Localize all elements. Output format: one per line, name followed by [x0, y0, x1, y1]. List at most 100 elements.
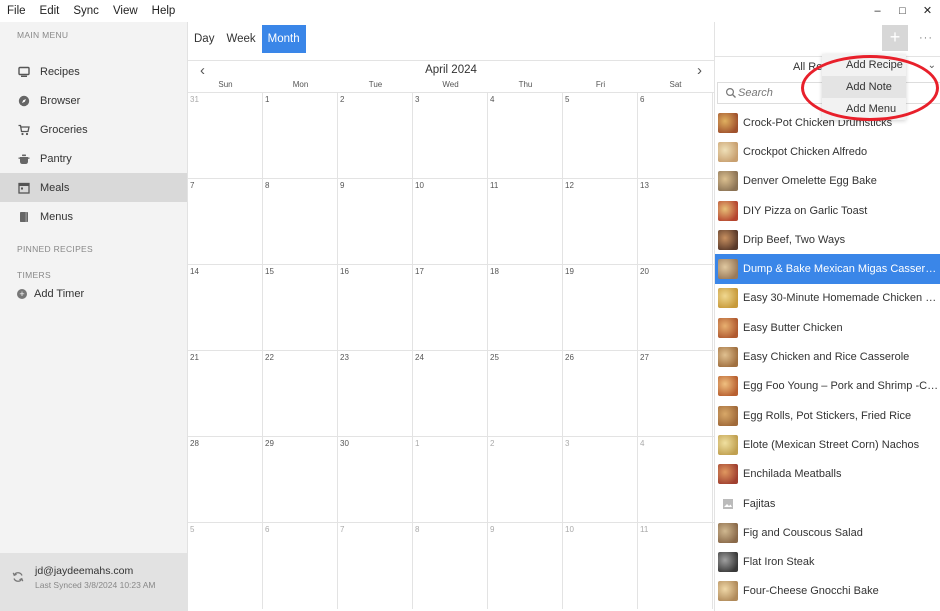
calendar-day-cell[interactable]: 19: [563, 265, 638, 350]
calendar-day-cell[interactable]: 25: [488, 351, 563, 436]
recipe-list-item[interactable]: Flat Iron Steak: [715, 547, 940, 576]
calendar-day-cell[interactable]: 26: [563, 351, 638, 436]
calendar-day-cell[interactable]: 3: [413, 93, 488, 178]
recipe-thumbnail: [718, 200, 738, 221]
recipe-thumbnail: [718, 552, 738, 573]
recipe-name: Easy Butter Chicken: [743, 321, 843, 334]
calendar-day-cell[interactable]: 9: [488, 523, 563, 609]
sidebar: MAIN MENU Recipes Browser Groceries Pant…: [0, 22, 188, 611]
recipe-list-item[interactable]: Easy Chicken and Rice Casserole: [715, 342, 940, 371]
recipe-thumbnail: [718, 376, 738, 397]
minimize-button[interactable]: –: [865, 0, 890, 22]
calendar-day-cell[interactable]: 18: [488, 265, 563, 350]
calendar-day-cell[interactable]: 15: [263, 265, 338, 350]
sidebar-item-menus[interactable]: Menus: [0, 202, 187, 231]
recipe-list-item[interactable]: Egg Foo Young – Pork and Shrimp -Chinese: [715, 372, 940, 401]
dow-label: Sun: [218, 80, 233, 89]
recipe-list-item[interactable]: DIY Pizza on Garlic Toast: [715, 196, 940, 225]
pot-icon: [17, 152, 31, 166]
add-timer-button[interactable]: + Add Timer: [0, 284, 187, 304]
recipe-list-item[interactable]: Easy Butter Chicken: [715, 313, 940, 342]
calendar-day-cell[interactable]: 6: [638, 93, 713, 178]
calendar-day-cell[interactable]: 8: [263, 179, 338, 264]
calendar-day-cell[interactable]: 30: [338, 437, 413, 522]
calendar-day-cell[interactable]: 28: [188, 437, 263, 522]
tab-day[interactable]: Day: [188, 25, 220, 53]
recipe-list-item[interactable]: Enchilada Meatballs: [715, 460, 940, 489]
account-panel[interactable]: jd@jaydeemahs.com Last Synced 3/8/2024 1…: [0, 553, 188, 611]
tab-month[interactable]: Month: [261, 25, 306, 53]
calendar-day-cell[interactable]: 8: [413, 523, 488, 609]
calendar-day-cell[interactable]: 4: [488, 93, 563, 178]
search-icon: [725, 87, 736, 98]
recipe-list-item[interactable]: Denver Omelette Egg Bake: [715, 167, 940, 196]
recipe-thumbnail: [718, 347, 738, 368]
view-tabs: Day Week Month: [188, 25, 306, 53]
recipe-list-item[interactable]: Fajitas: [715, 489, 940, 518]
calendar-week-row: 31 1 2 3 4 5 6: [188, 93, 714, 179]
recipe-list-item[interactable]: Crockpot Chicken Alfredo: [715, 137, 940, 166]
calendar-day-cell[interactable]: 4: [638, 437, 713, 522]
calendar-day-cell[interactable]: 5: [188, 523, 263, 609]
recipe-name: Drip Beef, Two Ways: [743, 233, 846, 246]
calendar-day-cell[interactable]: 2: [338, 93, 413, 178]
calendar-day-cell[interactable]: 11: [488, 179, 563, 264]
menu-file[interactable]: File: [0, 0, 33, 22]
next-month-button[interactable]: ›: [697, 62, 702, 79]
calendar-day-cell[interactable]: 16: [338, 265, 413, 350]
calendar-day-cell[interactable]: 10: [563, 523, 638, 609]
calendar-day-cell[interactable]: 17: [413, 265, 488, 350]
calendar-day-cell[interactable]: 20: [638, 265, 713, 350]
calendar-day-cell[interactable]: 12: [563, 179, 638, 264]
recipe-list-item[interactable]: Egg Rolls, Pot Stickers, Fried Rice: [715, 401, 940, 430]
sidebar-item-meals[interactable]: Meals: [0, 173, 187, 202]
calendar-day-cell[interactable]: 5: [563, 93, 638, 178]
calendar-day-cell[interactable]: 31: [188, 93, 263, 178]
recipe-list-item[interactable]: Elote (Mexican Street Corn) Nachos: [715, 430, 940, 459]
menu-help[interactable]: Help: [145, 0, 183, 22]
calendar-day-cell[interactable]: 2: [488, 437, 563, 522]
calendar-day-cell[interactable]: 23: [338, 351, 413, 436]
calendar-day-cell[interactable]: 13: [638, 179, 713, 264]
add-button[interactable]: +: [882, 25, 908, 51]
calendar-panel: Day Week Month ‹ April 2024 › Sun Mon Tu…: [188, 22, 714, 611]
sidebar-item-browser[interactable]: Browser: [0, 86, 187, 115]
calendar-day-cell[interactable]: 1: [263, 93, 338, 178]
add-recipe-item[interactable]: Add Recipe: [822, 54, 906, 76]
maximize-button[interactable]: □: [890, 0, 915, 22]
recipe-list-item[interactable]: Drip Beef, Two Ways: [715, 225, 940, 254]
close-button[interactable]: ✕: [915, 0, 940, 22]
calendar-day-cell[interactable]: 7: [188, 179, 263, 264]
calendar-day-cell[interactable]: 29: [263, 437, 338, 522]
calendar-day-cell[interactable]: 21: [188, 351, 263, 436]
sidebar-item-groceries[interactable]: Groceries: [0, 115, 187, 144]
menu-edit[interactable]: Edit: [33, 0, 67, 22]
add-menu-item[interactable]: Add Menu: [822, 98, 906, 120]
sidebar-item-pantry[interactable]: Pantry: [0, 144, 187, 173]
recipe-list-item[interactable]: Dump & Bake Mexican Migas Casserole: [715, 254, 940, 284]
calendar-day-cell[interactable]: 3: [563, 437, 638, 522]
dow-label: Fri: [595, 80, 606, 89]
calendar-day-cell[interactable]: 6: [263, 523, 338, 609]
menu-view[interactable]: View: [106, 0, 145, 22]
calendar-day-cell[interactable]: 9: [338, 179, 413, 264]
calendar-day-cell[interactable]: 27: [638, 351, 713, 436]
recipe-name: Flat Iron Steak: [743, 556, 815, 569]
add-note-item[interactable]: Add Note: [822, 76, 906, 98]
dow-label: Tue: [368, 80, 383, 89]
calendar-day-cell[interactable]: 22: [263, 351, 338, 436]
calendar-day-cell[interactable]: 1: [413, 437, 488, 522]
recipe-list-item[interactable]: Four-Cheese Gnocchi Bake: [715, 577, 940, 606]
recipe-list-item[interactable]: Easy 30-Minute Homemade Chicken Noodle S…: [715, 284, 940, 313]
dow-label: Thu: [518, 80, 533, 89]
sidebar-item-recipes[interactable]: Recipes: [0, 57, 187, 86]
calendar-day-cell[interactable]: 14: [188, 265, 263, 350]
more-options-icon[interactable]: ···: [916, 32, 936, 44]
recipe-list-item[interactable]: Fig and Couscous Salad: [715, 518, 940, 547]
tab-week[interactable]: Week: [220, 25, 261, 53]
calendar-day-cell[interactable]: 24: [413, 351, 488, 436]
calendar-day-cell[interactable]: 10: [413, 179, 488, 264]
menu-sync[interactable]: Sync: [66, 0, 106, 22]
calendar-day-cell[interactable]: 7: [338, 523, 413, 609]
calendar-day-cell[interactable]: 11: [638, 523, 713, 609]
